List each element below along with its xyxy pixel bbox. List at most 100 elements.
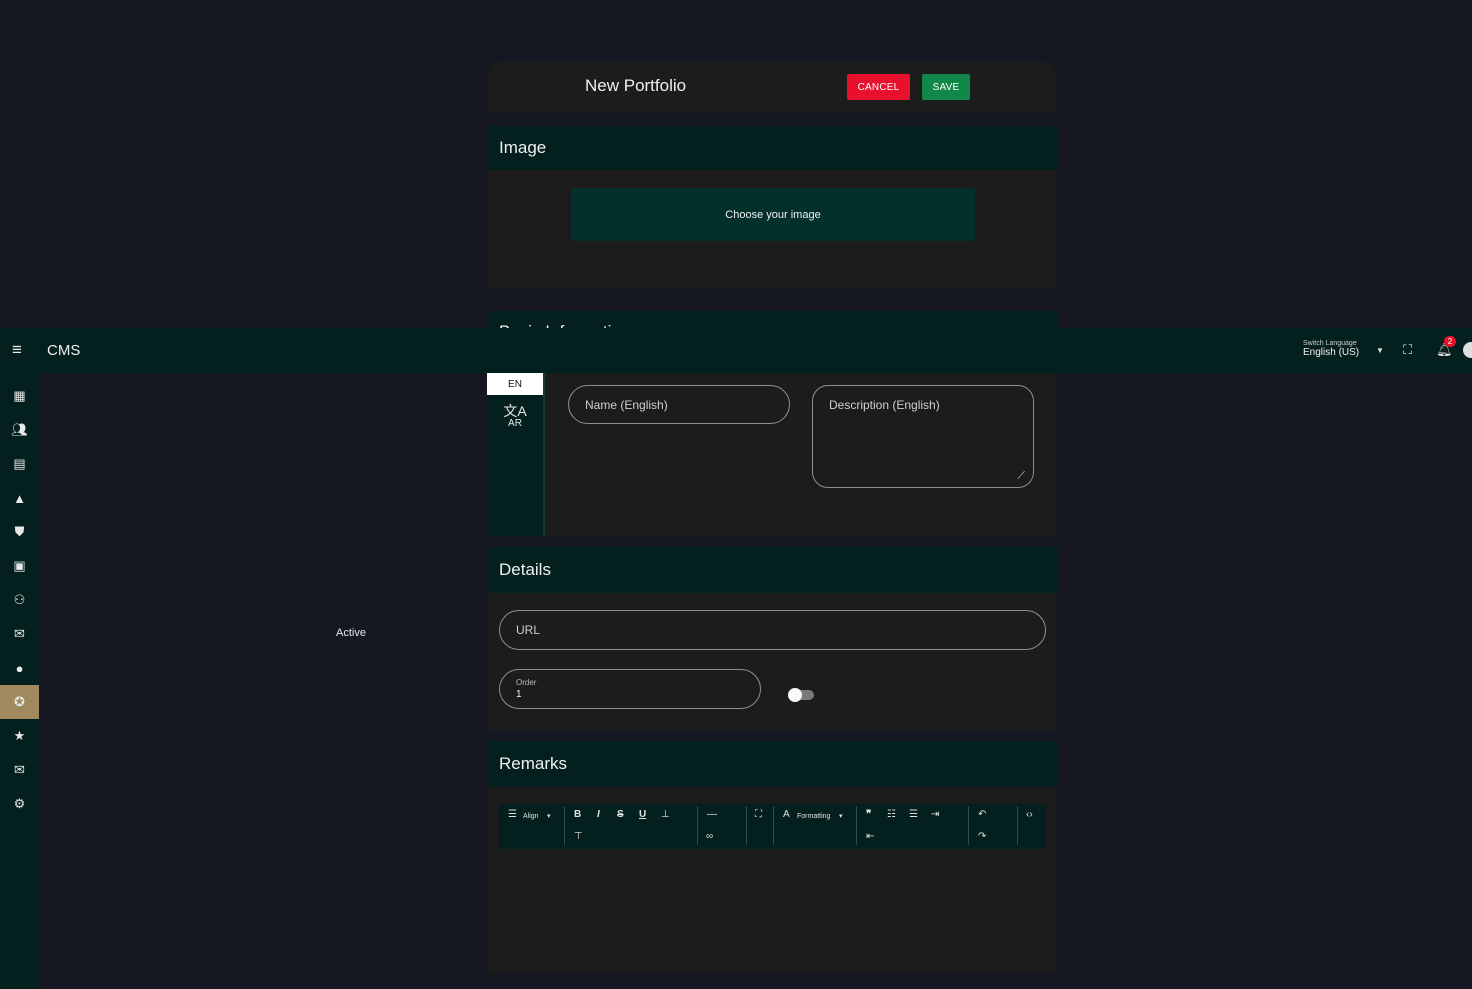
save-button[interactable]: SAVE xyxy=(922,74,970,100)
resize-handle-icon[interactable]: ⟋ xyxy=(1017,470,1025,483)
description-english-placeholder: Description (English) xyxy=(829,398,940,412)
outdent-icon[interactable]: ⇤ xyxy=(866,831,874,843)
star-icon: ★ xyxy=(13,728,26,743)
chevron-down-icon[interactable]: ▾ xyxy=(839,811,843,823)
link-icon[interactable]: ∞ xyxy=(706,831,713,843)
name-english-placeholder: Name (English) xyxy=(585,397,668,412)
order-field[interactable]: Order 1 xyxy=(499,669,761,709)
choose-image-button[interactable]: Choose your image xyxy=(571,188,975,241)
align-left-icon[interactable]: ☰ xyxy=(508,809,517,821)
formatting-dropdown-label[interactable]: Formatting xyxy=(797,811,830,823)
sidebar-item-messages[interactable]: ✉ xyxy=(0,753,39,787)
layout-icon: ▤ xyxy=(13,456,26,471)
sidebar: ▦ 👥︎ ▤ ▲ ⛊ ▣ ⚇ ✉︎ ● ✪ ★ ✉ ⚙ xyxy=(0,373,39,989)
language-tabs: EN 文A AR xyxy=(487,373,545,536)
superscript-icon[interactable]: ⊤ xyxy=(574,831,583,843)
post-add-icon: ▣ xyxy=(13,558,26,573)
sidebar-item-groups[interactable]: ⚇ xyxy=(0,583,39,617)
description-english-field[interactable]: Description (English) ⟋ xyxy=(812,385,1034,488)
tab-ar-label: AR xyxy=(508,417,522,429)
gear-icon: ⚙ xyxy=(13,796,26,811)
toolbar-divider xyxy=(697,806,698,845)
avatar[interactable] xyxy=(1463,342,1472,358)
shapes-icon: ▲ xyxy=(13,490,26,506)
remarks-section: Remarks ☰ Align ▾ B I S U ⊥ ⊤ — ∞ ⛶ A Fo… xyxy=(487,741,1057,973)
url-placeholder: URL xyxy=(516,623,541,637)
horizontal-rule-icon[interactable]: — xyxy=(707,809,717,821)
details-heading: Details xyxy=(487,547,1057,593)
sidebar-item-security[interactable]: ⛊ xyxy=(0,515,39,549)
text-color-icon[interactable]: A xyxy=(783,809,790,821)
italic-icon[interactable]: I xyxy=(597,809,600,821)
lightbulb-icon: ● xyxy=(15,660,24,676)
choose-image-label: Choose your image xyxy=(725,208,821,221)
tab-en-label: EN xyxy=(508,378,522,390)
shield-icon: ⛊ xyxy=(14,524,25,539)
groups-icon: ⚇ xyxy=(13,592,26,607)
toolbar-divider xyxy=(564,806,565,845)
quote-icon[interactable]: ❞ xyxy=(866,809,871,821)
fullscreen-icon[interactable]: ⛶ xyxy=(1403,342,1412,358)
strikethrough-icon[interactable]: S xyxy=(617,809,624,821)
image-section: Image Choose your image xyxy=(487,126,1057,289)
chevron-down-icon[interactable]: ▾ xyxy=(547,811,551,823)
details-section: Details URL Order 1 xyxy=(487,547,1057,730)
active-toggle-knob xyxy=(788,688,802,702)
sidebar-item-settings[interactable]: ⚙ xyxy=(0,787,39,821)
translate-icon: 文A xyxy=(503,402,527,419)
numbered-list-icon[interactable]: ☰ xyxy=(909,809,918,821)
bold-icon[interactable]: B xyxy=(574,809,581,821)
order-label: Order xyxy=(516,678,537,687)
sidebar-item-layout[interactable]: ▤ xyxy=(0,447,39,481)
current-language: English (US) xyxy=(1303,347,1360,358)
language-switcher[interactable]: Switch Language English (US) xyxy=(1303,340,1359,358)
sidebar-item-portfolio[interactable]: ✪ xyxy=(0,685,39,719)
toolbar-divider xyxy=(856,806,857,845)
dashboard-icon: ▦ xyxy=(13,388,26,403)
remarks-heading: Remarks xyxy=(487,741,1057,787)
tab-en[interactable]: EN xyxy=(487,373,543,395)
subscript-icon[interactable]: ⊥ xyxy=(661,809,670,821)
image-section-heading: Image xyxy=(487,126,1057,170)
sidebar-item-shapes[interactable]: ▲ xyxy=(0,481,39,515)
basic-information-heading: Basic Information xyxy=(487,311,1057,329)
editor-toolbar: ☰ Align ▾ B I S U ⊥ ⊤ — ∞ ⛶ A Formatting… xyxy=(499,804,1046,849)
indent-icon[interactable]: ⇥ xyxy=(931,809,939,821)
sidebar-item-dashboard[interactable]: ▦ xyxy=(0,379,39,413)
underline-icon[interactable]: U xyxy=(639,809,646,821)
sidebar-item-users[interactable]: 👥︎ xyxy=(0,413,39,447)
align-dropdown-label[interactable]: Align xyxy=(523,811,539,823)
sidebar-item-feedback[interactable]: ✉︎ xyxy=(0,617,39,651)
switch-language-label: Switch Language xyxy=(1303,340,1357,347)
toolbar-divider xyxy=(1017,806,1018,845)
notification-badge: 2 xyxy=(1444,336,1456,347)
name-english-field[interactable]: Name (English) xyxy=(568,385,790,424)
app-title: CMS xyxy=(47,342,81,359)
users-icon: 👥︎ xyxy=(11,422,28,437)
active-label: Active xyxy=(336,627,366,639)
form-title-bar: New Portfolio CANCEL SAVE xyxy=(487,62,1057,111)
page-title: New Portfolio xyxy=(585,76,687,95)
code-view-icon[interactable]: ‹› xyxy=(1026,809,1033,821)
top-app-bar: ≡ CMS Switch Language English (US) ▼ ⛶ 🔔… xyxy=(0,328,1472,373)
bullet-list-icon[interactable]: ☷ xyxy=(887,809,896,821)
sidebar-item-favorites[interactable]: ★ xyxy=(0,719,39,753)
active-toggle[interactable] xyxy=(788,688,814,702)
hamburger-menu-icon[interactable]: ≡ xyxy=(12,341,22,358)
order-value: 1 xyxy=(516,689,522,700)
sidebar-item-ideas[interactable]: ● xyxy=(0,651,39,685)
toolbar-divider xyxy=(968,806,969,845)
award-icon: ✪ xyxy=(14,694,25,709)
chevron-down-icon[interactable]: ▼ xyxy=(1376,346,1384,355)
fullscreen-icon[interactable]: ⛶ xyxy=(755,809,762,821)
mail-icon: ✉ xyxy=(14,762,25,777)
toolbar-divider xyxy=(773,806,774,845)
sidebar-item-posts[interactable]: ▣ xyxy=(0,549,39,583)
feedback-icon: ✉︎ xyxy=(14,626,25,641)
toolbar-divider xyxy=(746,806,747,845)
undo-icon[interactable]: ↶ xyxy=(978,809,986,821)
tab-ar[interactable]: 文A AR xyxy=(487,399,543,433)
redo-icon[interactable]: ↷ xyxy=(978,831,986,843)
cancel-button[interactable]: CANCEL xyxy=(847,74,910,100)
url-field[interactable]: URL xyxy=(499,610,1046,650)
